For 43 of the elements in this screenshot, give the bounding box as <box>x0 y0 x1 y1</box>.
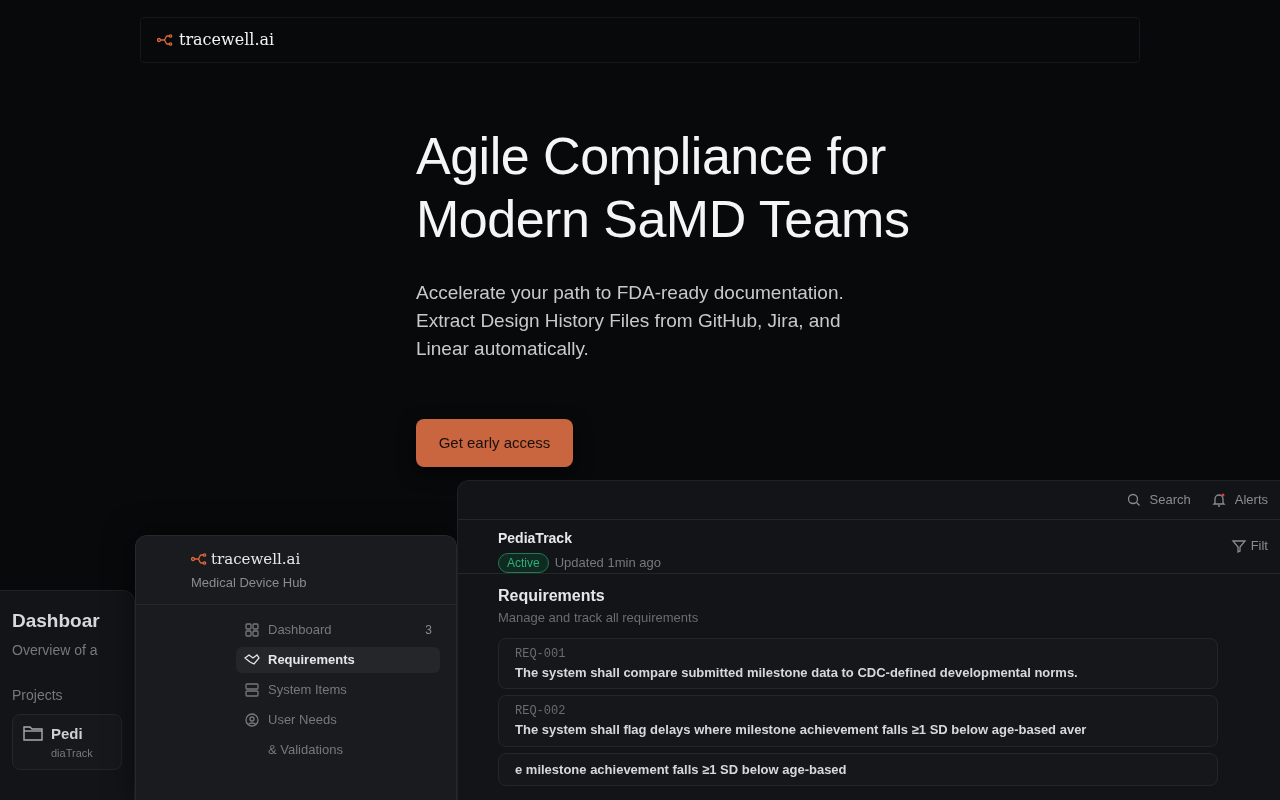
sidebar-item[interactable]: User Needs <box>236 707 440 733</box>
get-early-access-button[interactable]: Get early access <box>416 419 573 467</box>
requirement-text: The system shall flag delays where milestone achievement falls ≥1 SD below age-based aver <box>515 721 1087 739</box>
user-icon <box>244 712 260 728</box>
filter-icon <box>1230 537 1247 554</box>
folder-icon <box>23 724 43 741</box>
requirement-text: e milestone achievement falls ≥1 SD below age-based <box>515 760 847 779</box>
sidebar-item[interactable]: System Items <box>236 677 440 703</box>
requirement-text: The system shall compare submitted milestone data to CDC-defined developmental norms. <box>515 663 1078 682</box>
sidebar-subtitle: Medical Device Hub <box>191 573 307 592</box>
project-subtitle: diaTrack <box>51 746 93 761</box>
grid-icon <box>244 622 260 638</box>
brand-name[interactable]: tracewell.ai <box>179 28 275 52</box>
hero-title: Agile Compliance for Modern SaMD Teams <box>416 126 911 250</box>
requirement-card[interactable]: REQ-002 The system shall flag delays where milestone achievement falls ≥1 SD below age-based aver <box>498 695 1218 747</box>
project-name: Pedi <box>51 723 84 744</box>
requirement-card[interactable]: e milestone achievement falls ≥1 SD below age-based <box>498 752 1218 786</box>
project-title: PediaTrack <box>498 529 573 548</box>
section-subtitle: Manage and track all requirements <box>498 609 699 627</box>
projects-heading: Projects <box>12 685 63 705</box>
dashboard-subtitle: Overview of a <box>12 640 98 660</box>
requirement-id: REQ-002 <box>515 703 566 720</box>
search-icon <box>1125 492 1142 508</box>
sidebar-brand: tracewell.ai <box>211 549 301 570</box>
hero-subtitle: Accelerate your path to FDA-ready documentation. Extract Design History Files from GitHub, Jira, and Linear automatically. <box>416 281 845 361</box>
section-title: Requirements <box>498 586 605 606</box>
sidebar-item[interactable]: & Validations <box>236 737 440 763</box>
bell-icon <box>1210 492 1227 508</box>
logo-icon <box>157 34 173 46</box>
filter-button[interactable]: Filt <box>1250 536 1268 556</box>
updated-time: Updated 1min ago <box>554 554 661 573</box>
alerts-link[interactable]: Alerts <box>1234 490 1268 510</box>
sidebar-item[interactable]: Dashboard 3 <box>236 617 440 643</box>
project-card[interactable]: Pedi diaTrack <box>12 713 122 770</box>
dashboard-title: Dashboar <box>12 609 100 633</box>
status-badge: Active <box>498 553 549 573</box>
logo-icon <box>191 553 207 566</box>
item-count: 3 <box>425 622 432 639</box>
requirement-id: REQ-001 <box>515 645 566 663</box>
server-icon <box>244 682 260 698</box>
sidebar-item[interactable]: Requirements <box>236 647 440 673</box>
requirement-card[interactable]: REQ-001 The system shall compare submitted milestone data to CDC-defined developmental norms. <box>498 637 1218 689</box>
search-link[interactable]: Search <box>1149 490 1191 510</box>
